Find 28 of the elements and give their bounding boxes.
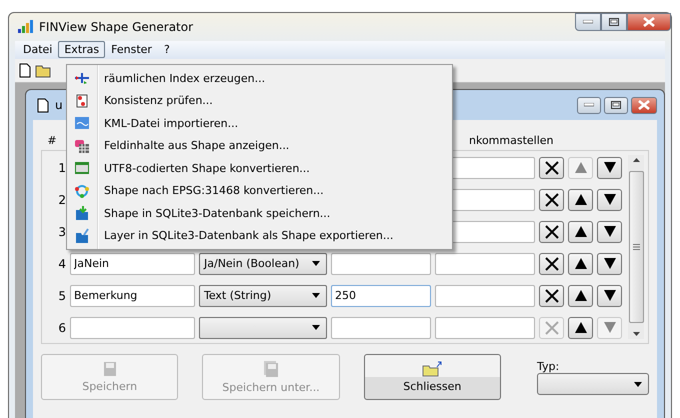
menu-entry[interactable]: räumlichen Index erzeugen... (69, 67, 450, 90)
menu-entry[interactable]: Layer in SQLite3-Datenbank als Shape exportieren... (69, 224, 450, 247)
field-name-input[interactable]: Bemerkung (70, 284, 195, 306)
row-number: 2 (57, 192, 66, 206)
close-button[interactable]: Schliessen (364, 354, 501, 400)
menu-entry[interactable]: Feldinhalte aus Shape anzeigen... (69, 134, 450, 157)
row-number: 4 (57, 256, 66, 270)
menu-entry[interactable]: Shape nach EPSG:31468 konvertieren... (69, 180, 450, 202)
column-header: nkommastellen (469, 134, 554, 146)
child-window-title: u (55, 98, 63, 112)
field-type-dropdown[interactable]: Ja/Nein (Boolean) (199, 252, 327, 274)
type-label: Typ: (536, 360, 560, 373)
menu-item[interactable]: Fenster (105, 41, 158, 58)
menu-entry[interactable]: Shape in SQLite3-Datenbank speichern... (69, 202, 450, 224)
menu-item[interactable]: ? (158, 41, 176, 58)
row-number: 1 (57, 160, 66, 174)
menu-entry[interactable]: KML-Datei importieren... (69, 112, 450, 134)
menu-item[interactable]: Extras (58, 41, 106, 58)
window-title: FINView Shape Generator (39, 20, 194, 34)
length-input[interactable]: 250 (331, 284, 431, 306)
menu-entry[interactable]: UTF8-codierten Shape konvertieren... (69, 157, 450, 180)
menu-entry[interactable]: Konsistenz prüfen... (69, 90, 450, 112)
row-number: 5 (57, 288, 66, 302)
field-type-dropdown[interactable]: Text (String) (199, 284, 327, 306)
column-header: # (46, 134, 58, 146)
row-number: 3 (57, 224, 66, 238)
menu-item[interactable]: Datei (17, 41, 58, 58)
row-number: 6 (57, 320, 66, 334)
